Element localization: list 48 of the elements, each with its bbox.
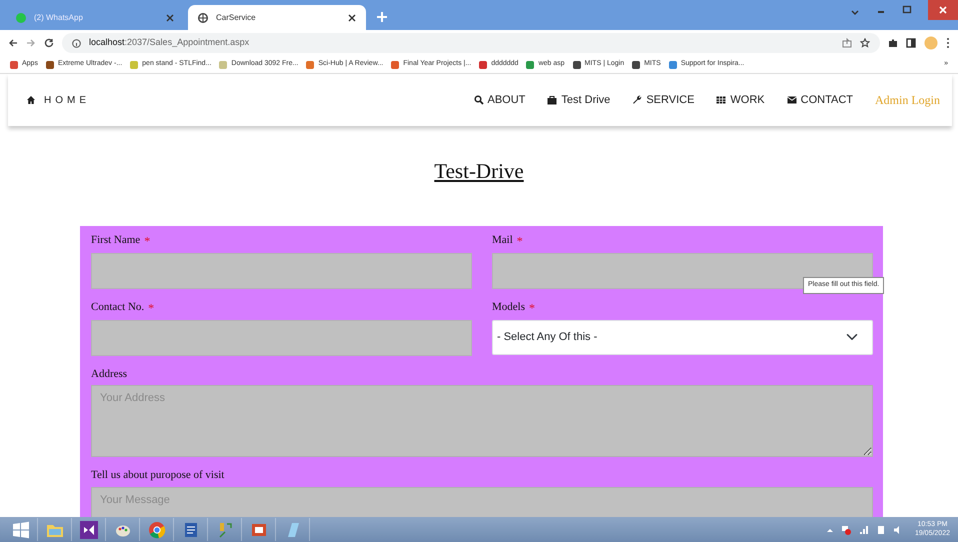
flag-icon[interactable] — [840, 524, 851, 534]
close-icon[interactable] — [348, 14, 356, 22]
nav-link[interactable]: WORK — [716, 92, 765, 108]
model-select[interactable]: - Select Any Of this - — [492, 320, 873, 354]
nav-link[interactable]: CONTACT — [786, 92, 853, 108]
envelope-icon — [786, 95, 797, 105]
search-icon — [474, 95, 484, 105]
address-bar[interactable]: localhost:2037/Sales_Appointment.aspx — [62, 33, 880, 53]
chat-icon — [16, 12, 26, 22]
forward-icon[interactable] — [26, 38, 36, 48]
tray-up-icon[interactable] — [826, 526, 833, 532]
menu-icon[interactable] — [946, 37, 950, 49]
field-label: First Name — [91, 232, 140, 248]
field-label: Address — [91, 366, 128, 382]
start-icon[interactable] — [12, 520, 30, 538]
field-label: Tell us about puropose of visit — [91, 468, 224, 483]
battery-icon[interactable] — [876, 524, 885, 534]
field-label: Models — [492, 300, 525, 314]
home-link[interactable]: HOME — [44, 92, 90, 108]
visual-studio-icon[interactable] — [80, 520, 98, 538]
share-icon[interactable] — [842, 38, 852, 48]
url-text: localhost:2037/Sales_Appointment.aspx — [89, 36, 250, 50]
required-asterisk: * — [148, 300, 154, 316]
nav-link[interactable]: ABOUT — [474, 92, 526, 108]
home-icon — [26, 95, 36, 105]
reload-icon[interactable] — [44, 38, 54, 48]
back-icon[interactable] — [8, 38, 18, 48]
nav-link[interactable]: Test Drive — [547, 92, 610, 108]
required-asterisk: * — [144, 232, 150, 250]
chrome-icon[interactable] — [148, 520, 166, 538]
grid-icon — [716, 95, 726, 105]
globe-icon — [198, 12, 208, 22]
field-label: Contact No. — [91, 300, 144, 314]
side-panel-icon[interactable] — [906, 38, 916, 48]
text-field[interactable] — [91, 252, 472, 288]
field-label: Mail — [492, 232, 513, 248]
bag-icon — [547, 95, 558, 105]
signal-icon[interactable] — [858, 524, 869, 534]
browser-tab[interactable]: CarService — [188, 5, 366, 30]
info-icon — [72, 38, 81, 48]
text-field[interactable] — [91, 320, 472, 356]
nav-link[interactable]: SERVICE — [632, 92, 694, 108]
wrench-icon — [632, 95, 642, 105]
required-asterisk: * — [516, 232, 523, 250]
required-asterisk: * — [529, 300, 535, 316]
page-title: Test-Drive — [434, 159, 524, 183]
new-tab-icon[interactable] — [376, 11, 388, 23]
star-icon[interactable] — [860, 38, 870, 48]
